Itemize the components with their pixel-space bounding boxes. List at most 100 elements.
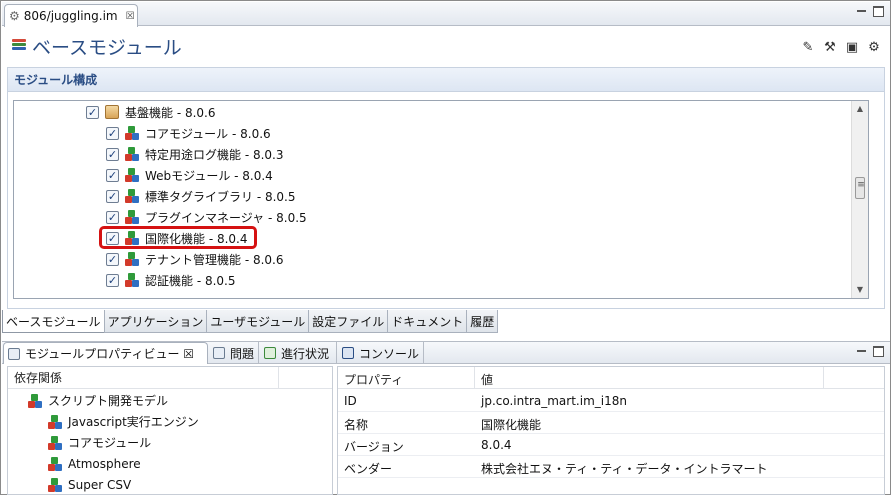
tab-label: 進行状況	[281, 346, 330, 361]
tab-console[interactable]: コンソール	[338, 342, 424, 364]
settings-icon[interactable]: ⚙	[866, 39, 882, 55]
property-name: ベンダー	[344, 462, 393, 476]
properties-panel: プロパティ 値 ID jp.co.intra_mart.im_i18n 名称 国…	[337, 366, 885, 495]
property-view-icon	[8, 347, 20, 360]
section-title: モジュール構成	[14, 73, 98, 87]
tree-checkbox[interactable]: ✓	[106, 126, 119, 140]
maximize-button[interactable]	[873, 6, 884, 17]
properties-header: プロパティ 値	[338, 367, 884, 389]
tab-document[interactable]: ドキュメント	[387, 310, 468, 333]
tree-checkbox[interactable]: ✓	[86, 105, 99, 119]
tree-item[interactable]: ✓ テナント管理機能 - 8.0.6	[106, 249, 284, 269]
wand-icon[interactable]: ✎	[800, 39, 816, 55]
property-name: バージョン	[344, 440, 404, 454]
value-column-header: 値	[481, 373, 494, 387]
module-icon	[125, 168, 139, 182]
tab-problems[interactable]: 問題	[209, 342, 259, 364]
dependency-row[interactable]: Atmosphere	[48, 453, 141, 474]
dependency-label: Javascript実行エンジン	[68, 415, 199, 429]
module-icon	[48, 414, 62, 429]
tree-item[interactable]: ✓ プラグインマネージャ - 8.0.5	[106, 207, 307, 227]
module-icon	[125, 189, 139, 203]
minimize-button[interactable]	[856, 346, 867, 357]
module-icon	[28, 393, 42, 408]
editor-page-tabs: ベースモジュール アプリケーション ユーザモジュール 設定ファイル ドキュメント…	[2, 310, 499, 334]
tree-checkbox[interactable]: ✓	[106, 168, 119, 182]
tree-checkbox[interactable]: ✓	[106, 252, 119, 266]
gear-icon: ⚙	[9, 9, 20, 23]
tab-user-module[interactable]: ユーザモジュール	[206, 310, 310, 333]
scroll-up-icon[interactable]: ▲	[852, 101, 868, 117]
maximize-button[interactable]	[873, 346, 884, 357]
dependencies-panel: 依存関係 スクリプト開発モデル Javascript実行エンジン コアモジュール…	[7, 366, 333, 495]
editor-header: ベースモジュール ✎ ⚒ ▣ ⚙	[2, 27, 890, 67]
dependency-label: コアモジュール	[68, 436, 152, 450]
property-row[interactable]: バージョン 8.0.4	[338, 434, 884, 456]
tree-checkbox[interactable]: ✓	[106, 147, 119, 161]
scroll-thumb[interactable]	[855, 177, 866, 199]
tab-history[interactable]: 履歴	[466, 310, 499, 333]
minimize-button[interactable]	[856, 6, 867, 17]
problems-icon	[213, 347, 225, 359]
tree-item[interactable]: ✓ 標準タグライブラリ - 8.0.5	[106, 186, 296, 206]
tab-base-module[interactable]: ベースモジュール	[2, 310, 105, 333]
tree-scrollbar[interactable]: ▲ ▼	[851, 101, 868, 298]
tree-item-label: コアモジュール - 8.0.6	[145, 126, 271, 141]
property-row[interactable]: ベンダー 株式会社エヌ・ティ・ティ・データ・イントラマート	[338, 456, 884, 478]
property-row[interactable]: ID jp.co.intra_mart.im_i18n	[338, 390, 884, 412]
tree-item[interactable]: ✓ 特定用途ログ機能 - 8.0.3	[106, 144, 284, 164]
property-column-header: プロパティ	[344, 373, 404, 387]
tab-label: モジュールプロパティビュー ☒	[25, 347, 195, 361]
tree-parent-row[interactable]: ✓ 基盤機能 - 8.0.6	[86, 102, 216, 122]
column-divider	[278, 367, 279, 388]
header-toolbar: ✎ ⚒ ▣ ⚙	[800, 39, 882, 55]
tree-item[interactable]: ✓ Webモジュール - 8.0.4	[106, 165, 273, 185]
tree-item-label: プラグインマネージャ - 8.0.5	[145, 210, 307, 225]
page-title: ベースモジュール	[32, 37, 182, 59]
property-row[interactable]: 名称 国際化機能	[338, 412, 884, 434]
scroll-down-icon[interactable]: ▼	[852, 282, 868, 298]
tab-label: コンソール	[359, 346, 420, 361]
module-stack-icon	[12, 39, 26, 53]
dependency-label: スクリプト開発モデル	[48, 394, 169, 408]
tab-application[interactable]: アプリケーション	[103, 310, 208, 333]
tree-item-label: 特定用途ログ機能 - 8.0.3	[145, 147, 284, 162]
tree-parent-label: 基盤機能 - 8.0.6	[125, 105, 216, 120]
module-icon	[48, 456, 62, 471]
tree-checkbox[interactable]: ✓	[106, 189, 119, 203]
dependency-row[interactable]: Javascript実行エンジン	[48, 411, 199, 432]
dependencies-header: 依存関係	[8, 367, 332, 389]
tree-checkbox[interactable]: ✓	[106, 273, 119, 287]
dependency-row[interactable]: Super CSV	[48, 474, 131, 494]
tab-progress[interactable]: 進行状況	[260, 342, 337, 364]
module-icon	[48, 435, 62, 450]
module-tree: ✓ 基盤機能 - 8.0.6 ✓ コアモジュール - 8.0.6 ✓ 特定用途ロ…	[13, 100, 869, 299]
module-icon	[125, 273, 139, 287]
progress-icon	[264, 347, 276, 359]
editor-window: ⚙ 806/juggling.im ☒ ベースモジュール ✎ ⚒ ▣ ⚙ モジュ…	[0, 0, 891, 495]
tree-item-label: Webモジュール - 8.0.4	[145, 168, 273, 183]
tree-item[interactable]: ✓ コアモジュール - 8.0.6	[106, 123, 271, 143]
editor-tab[interactable]: ⚙ 806/juggling.im ☒	[4, 4, 138, 27]
tree-checkbox[interactable]: ✓	[106, 210, 119, 224]
views-window-controls	[856, 346, 884, 357]
console-icon	[342, 347, 354, 359]
export-icon[interactable]: ▣	[844, 39, 860, 55]
highlight-box	[99, 226, 257, 249]
tree-item[interactable]: ✓ 認証機能 - 8.0.5	[106, 270, 236, 290]
editor-tab-bar: ⚙ 806/juggling.im ☒	[2, 2, 890, 27]
module-icon	[125, 126, 139, 140]
dependency-row[interactable]: スクリプト開発モデル	[28, 390, 168, 411]
module-icon	[125, 252, 139, 266]
property-value: 国際化機能	[481, 418, 542, 432]
column-divider	[474, 367, 475, 388]
module-icon	[125, 210, 139, 224]
tab-module-property-view[interactable]: モジュールプロパティビュー ☒	[3, 342, 208, 364]
dependency-row[interactable]: コアモジュール	[48, 432, 151, 453]
property-name: 名称	[344, 418, 369, 432]
module-icon	[48, 477, 62, 492]
editor-tab-label: 806/juggling.im	[23, 9, 118, 23]
close-tab-icon[interactable]: ☒	[126, 11, 135, 22]
tab-config-file[interactable]: 設定ファイル	[308, 310, 389, 333]
build-icon[interactable]: ⚒	[822, 39, 838, 55]
